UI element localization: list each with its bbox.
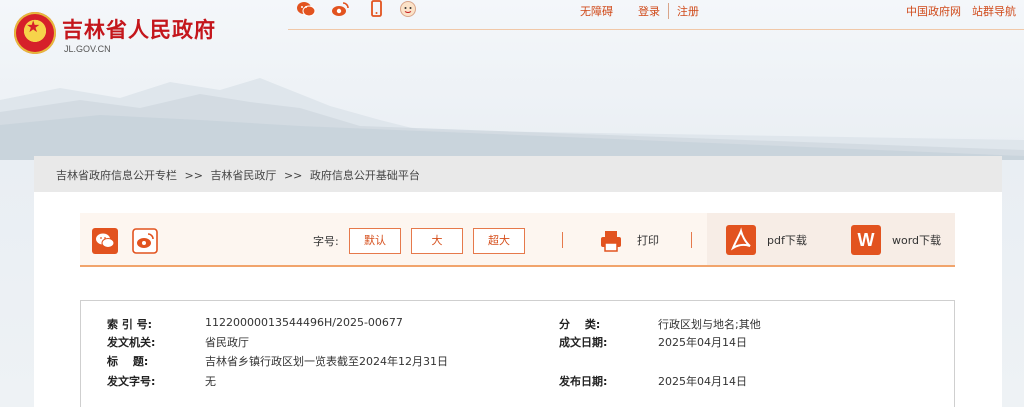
written-date-value: 2025年04月14日: [658, 336, 747, 349]
font-size-label: 字号:: [313, 235, 339, 248]
doc-no-value: 无: [205, 375, 216, 388]
breadcrumb-item-platform[interactable]: 政府信息公开基础平台: [310, 169, 420, 182]
mobile-icon[interactable]: [366, 0, 386, 18]
login-link[interactable]: 登录: [638, 3, 660, 19]
title-label: 标 题:: [107, 355, 149, 368]
article-toolbar: 字号: 默认 大 超大 打印 pdf下载 W word下载: [80, 213, 955, 267]
word-icon[interactable]: W: [851, 225, 881, 255]
document-metadata: 索 引 号: 11220000013544496H/2025-00677 发文机…: [80, 300, 955, 407]
top-bar: 无障碍 登录 注册 中国政府网 站群导航: [288, 0, 1024, 30]
print-icon[interactable]: [598, 228, 624, 254]
print-button[interactable]: 打印: [637, 232, 659, 248]
pdf-icon[interactable]: [726, 225, 756, 255]
accessibility-link[interactable]: 无障碍: [580, 3, 613, 19]
assistant-avatar-icon[interactable]: [398, 0, 418, 18]
site-domain: JL.GOV.CN: [64, 44, 111, 54]
toolbar-divider: [691, 232, 692, 248]
breadcrumb-separator: >>: [283, 169, 303, 182]
doc-no-label: 发文字号:: [107, 375, 156, 388]
word-download-button[interactable]: word下载: [892, 232, 941, 248]
download-zone: pdf下载 W word下载: [707, 213, 955, 265]
register-link[interactable]: 注册: [677, 3, 699, 19]
issuer-label: 发文机关:: [107, 336, 156, 349]
index-no-label: 索 引 号:: [107, 318, 153, 331]
breadcrumb-item-civil-affairs[interactable]: 吉林省民政厅: [210, 169, 276, 182]
national-emblem-logo[interactable]: [14, 12, 56, 54]
site-nav-link[interactable]: 站群导航: [972, 3, 1016, 19]
index-no-value: 11220000013544496H/2025-00677: [205, 316, 403, 329]
share-weibo-icon[interactable]: [132, 228, 158, 254]
mountain-banner: [0, 78, 1024, 160]
title-value: 吉林省乡镇行政区划一览表截至2024年12月31日: [205, 355, 448, 368]
share-wechat-icon[interactable]: [92, 228, 118, 254]
breadcrumb-item-info-column[interactable]: 吉林省政府信息公开专栏: [56, 169, 177, 182]
weibo-icon[interactable]: [330, 0, 350, 18]
written-date-label: 成文日期:: [559, 336, 608, 349]
china-gov-link[interactable]: 中国政府网: [906, 3, 961, 19]
font-size-xlarge-button[interactable]: 超大: [473, 228, 525, 254]
site-header: 吉林省人民政府 JL.GOV.CN 无障碍 登录 注册 中国政府网 站群导航: [0, 0, 1024, 160]
divider: [668, 3, 669, 19]
font-size-default-button[interactable]: 默认: [349, 228, 401, 254]
category-value: 行政区划与地名;其他: [658, 318, 761, 331]
category-label: 分 类:: [559, 318, 601, 331]
breadcrumb: 吉林省政府信息公开专栏 >> 吉林省民政厅 >> 政府信息公开基础平台: [34, 156, 1002, 192]
publish-date-label: 发布日期:: [559, 375, 608, 388]
breadcrumb-separator: >>: [184, 169, 203, 182]
publish-date-value: 2025年04月14日: [658, 375, 747, 388]
font-size-large-button[interactable]: 大: [411, 228, 463, 254]
site-title[interactable]: 吉林省人民政府: [62, 14, 216, 44]
wechat-icon[interactable]: [296, 0, 316, 18]
toolbar-divider: [562, 232, 563, 248]
issuer-value: 省民政厅: [205, 336, 249, 349]
pdf-download-button[interactable]: pdf下载: [767, 232, 807, 248]
